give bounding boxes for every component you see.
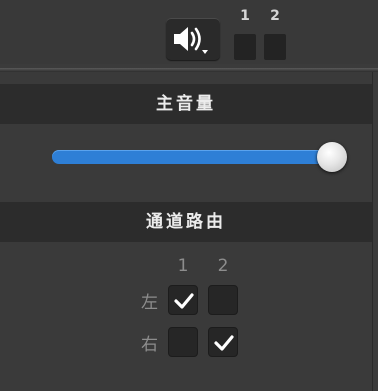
- toolbar: 1 2: [0, 0, 378, 64]
- level-meter-2: [264, 34, 286, 60]
- audio-mixer-panel: 1 2 主音量 通道路由 1 2 左 右: [0, 0, 378, 391]
- routing-column-label-2: 2: [217, 256, 229, 276]
- checkmark-icon: [214, 335, 234, 351]
- volume-button[interactable]: [166, 18, 220, 60]
- chevron-down-icon: [202, 50, 208, 54]
- route-left-to-1-checkbox[interactable]: [168, 285, 198, 315]
- meter-label-2: 2: [270, 8, 280, 24]
- checkmark-icon: [174, 293, 194, 309]
- routing-column-label-1: 1: [177, 256, 189, 276]
- channel-routing-header: 通道路由: [0, 202, 372, 242]
- routing-row-label-left: 左: [141, 293, 158, 313]
- master-volume-slider-knob[interactable]: [317, 142, 347, 172]
- route-right-to-2-checkbox[interactable]: [208, 327, 238, 357]
- speaker-volume-icon: [174, 27, 208, 54]
- master-volume-header: 主音量: [0, 84, 372, 124]
- routing-row-label-right: 右: [141, 335, 158, 355]
- master-volume-slider-track[interactable]: [52, 150, 338, 164]
- level-meter-1: [234, 34, 256, 60]
- route-left-to-2-checkbox[interactable]: [208, 285, 238, 315]
- meter-label-1: 1: [240, 8, 250, 24]
- route-right-to-1-checkbox[interactable]: [168, 327, 198, 357]
